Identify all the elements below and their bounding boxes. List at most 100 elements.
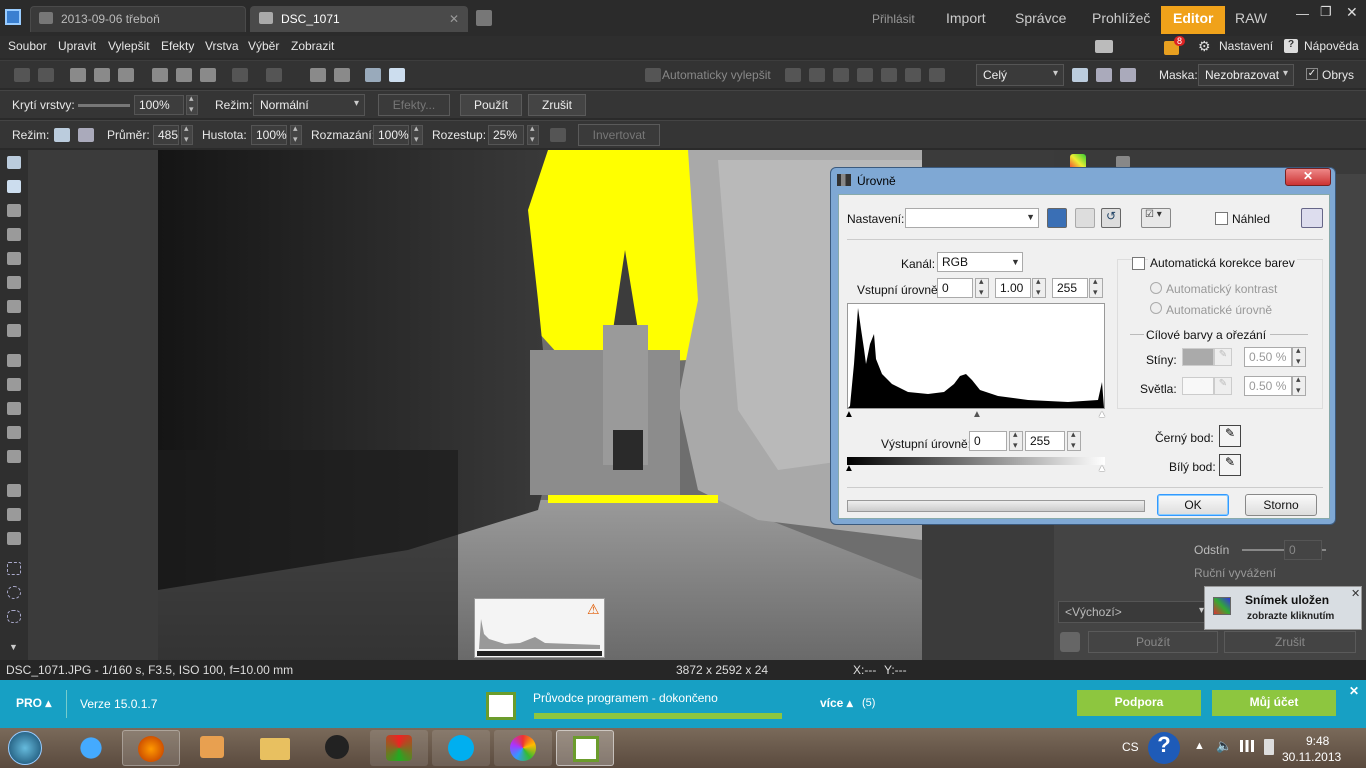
image-icon[interactable] xyxy=(905,68,921,82)
opacity-spinner[interactable] xyxy=(186,93,198,115)
new-tab-icon[interactable] xyxy=(476,10,492,26)
print-icon[interactable] xyxy=(118,68,134,82)
ellipse-select-icon[interactable] xyxy=(7,586,21,599)
actual-size-icon[interactable] xyxy=(1120,68,1136,82)
output-white[interactable]: 255 xyxy=(1025,431,1065,451)
open-icon[interactable] xyxy=(70,68,86,82)
input-black-spinner[interactable] xyxy=(975,276,989,298)
dodge-icon[interactable] xyxy=(7,426,21,439)
more-button[interactable]: více ▴ xyxy=(820,696,853,710)
cancel-button[interactable]: Zrušit xyxy=(528,94,586,116)
copy-icon[interactable] xyxy=(152,68,168,82)
single-view-icon[interactable] xyxy=(365,68,381,82)
smart-brush-icon[interactable] xyxy=(7,450,21,463)
layout-toggle-icon[interactable] xyxy=(1301,208,1323,228)
redo-icon[interactable] xyxy=(266,68,282,82)
apply-button[interactable]: Použít xyxy=(460,94,522,116)
maximize-icon[interactable]: ❐ xyxy=(1320,4,1332,20)
delete-preset-icon[interactable] xyxy=(1075,208,1095,228)
highlights-eyedropper-icon[interactable]: ✎ xyxy=(1214,377,1232,395)
settings-menu[interactable]: Nastavení xyxy=(1219,39,1273,53)
auto-levels-radio[interactable] xyxy=(1150,302,1162,314)
layers-icon[interactable] xyxy=(334,68,350,82)
crop-tool-icon[interactable] xyxy=(785,68,801,82)
minimize-icon[interactable]: — xyxy=(1296,6,1309,21)
mask-select[interactable]: Nezobrazovat xyxy=(1198,64,1294,86)
input-white[interactable]: 255 xyxy=(1052,278,1088,298)
menu-select[interactable]: Výběr xyxy=(248,39,279,53)
output-black-spinner[interactable] xyxy=(1009,429,1023,451)
menu-enhance[interactable]: Vylepšit xyxy=(108,39,150,53)
menu-effects[interactable]: Efekty xyxy=(161,39,194,53)
density-input[interactable]: 100% xyxy=(251,125,287,145)
opacity-input[interactable]: 100% xyxy=(134,95,184,115)
clock-time[interactable]: 9:48 xyxy=(1306,734,1329,748)
gear-icon[interactable]: ⚙ xyxy=(1198,38,1211,55)
help-tray-icon[interactable]: ? xyxy=(1148,732,1180,764)
input-black[interactable]: 0 xyxy=(937,278,973,298)
fit-icon[interactable] xyxy=(1072,68,1088,82)
firefox-icon[interactable] xyxy=(122,730,180,766)
hue-input[interactable]: 0 xyxy=(1284,540,1322,560)
undo-icon[interactable] xyxy=(232,68,248,82)
perspective-icon[interactable] xyxy=(7,252,21,265)
shadows-input[interactable]: 0.50 % xyxy=(1244,347,1292,367)
explorer-icon[interactable] xyxy=(246,730,304,766)
lasso-icon[interactable] xyxy=(7,610,21,623)
hp-icon[interactable] xyxy=(308,730,366,766)
options-menu-icon[interactable]: ☑ ▾ xyxy=(1141,208,1171,228)
shadows-swatch[interactable] xyxy=(1182,348,1214,366)
opacity-slider[interactable] xyxy=(78,104,130,107)
auto-enhance-icon[interactable] xyxy=(645,68,661,82)
zoner-icon[interactable] xyxy=(556,730,614,766)
effects-button[interactable]: Efekty... xyxy=(378,94,450,116)
shadows-spinner[interactable] xyxy=(1292,345,1306,367)
input-white-slider[interactable]: ▲ xyxy=(1097,409,1107,420)
save-preset-icon[interactable] xyxy=(1047,208,1067,228)
zoom-tool-icon[interactable] xyxy=(7,156,21,169)
auto-color-checkbox[interactable] xyxy=(1132,257,1145,270)
paste-icon[interactable] xyxy=(176,68,192,82)
preset-select[interactable]: ▼ xyxy=(905,208,1039,228)
brush-tool-icon[interactable] xyxy=(7,484,21,497)
content-aware-icon[interactable] xyxy=(7,300,21,313)
crop-icon[interactable] xyxy=(7,204,21,217)
pro-button[interactable]: PRO ▴ xyxy=(16,696,51,710)
device-icon[interactable] xyxy=(1264,739,1274,755)
nav-signin[interactable]: Přihlásit xyxy=(872,12,915,26)
tab-folder[interactable]: 2013-09-06 třeboň xyxy=(30,6,246,32)
auto-enhance-label[interactable]: Automaticky vylepšit xyxy=(662,68,771,82)
mail-icon[interactable] xyxy=(1095,40,1113,53)
highlights-input[interactable]: 0.50 % xyxy=(1244,376,1292,396)
tab-image[interactable]: DSC_1071 ✕ xyxy=(250,6,468,32)
clock-date[interactable]: 30.11.2013 xyxy=(1282,750,1341,764)
ok-button[interactable]: OK xyxy=(1157,494,1229,516)
blur-input[interactable]: 100% xyxy=(373,125,409,145)
menu-edit[interactable]: Upravit xyxy=(58,39,96,53)
spacing-spinner[interactable] xyxy=(527,123,539,145)
nav-manager[interactable]: Správce xyxy=(1015,10,1066,26)
manual-balance-label[interactable]: Ruční vyvážení xyxy=(1194,566,1276,580)
photo-canvas[interactable] xyxy=(158,150,922,660)
close-probar-icon[interactable]: ✕ xyxy=(1349,684,1359,698)
redeye-icon[interactable] xyxy=(833,68,849,82)
nav-viewer[interactable]: Prohlížeč xyxy=(1092,10,1150,26)
clone-stamp-icon[interactable] xyxy=(7,378,21,391)
shadows-eyedropper-icon[interactable]: ✎ xyxy=(1214,348,1232,366)
resize-icon[interactable] xyxy=(7,276,21,289)
white-point-eyedropper-icon[interactable]: ✎ xyxy=(1219,454,1241,476)
invert-button[interactable]: Invertovat xyxy=(578,124,660,146)
save-icon[interactable] xyxy=(94,68,110,82)
picasa-app-icon[interactable] xyxy=(370,730,428,766)
diameter-input[interactable]: 485 xyxy=(153,125,179,145)
forward-icon[interactable] xyxy=(38,68,54,82)
zoom-select[interactable]: Celý xyxy=(976,64,1064,86)
rect-select-icon[interactable] xyxy=(7,562,21,575)
spacing-input[interactable]: 25% xyxy=(488,125,524,145)
back-icon[interactable] xyxy=(14,68,30,82)
warning-icon[interactable]: ⚠ xyxy=(587,601,600,618)
help-menu[interactable]: Nápověda xyxy=(1304,39,1359,53)
straighten-tool-icon[interactable] xyxy=(7,228,21,241)
panel-apply-button[interactable]: Použít xyxy=(1088,631,1218,653)
highlights-spinner[interactable] xyxy=(1292,374,1306,396)
